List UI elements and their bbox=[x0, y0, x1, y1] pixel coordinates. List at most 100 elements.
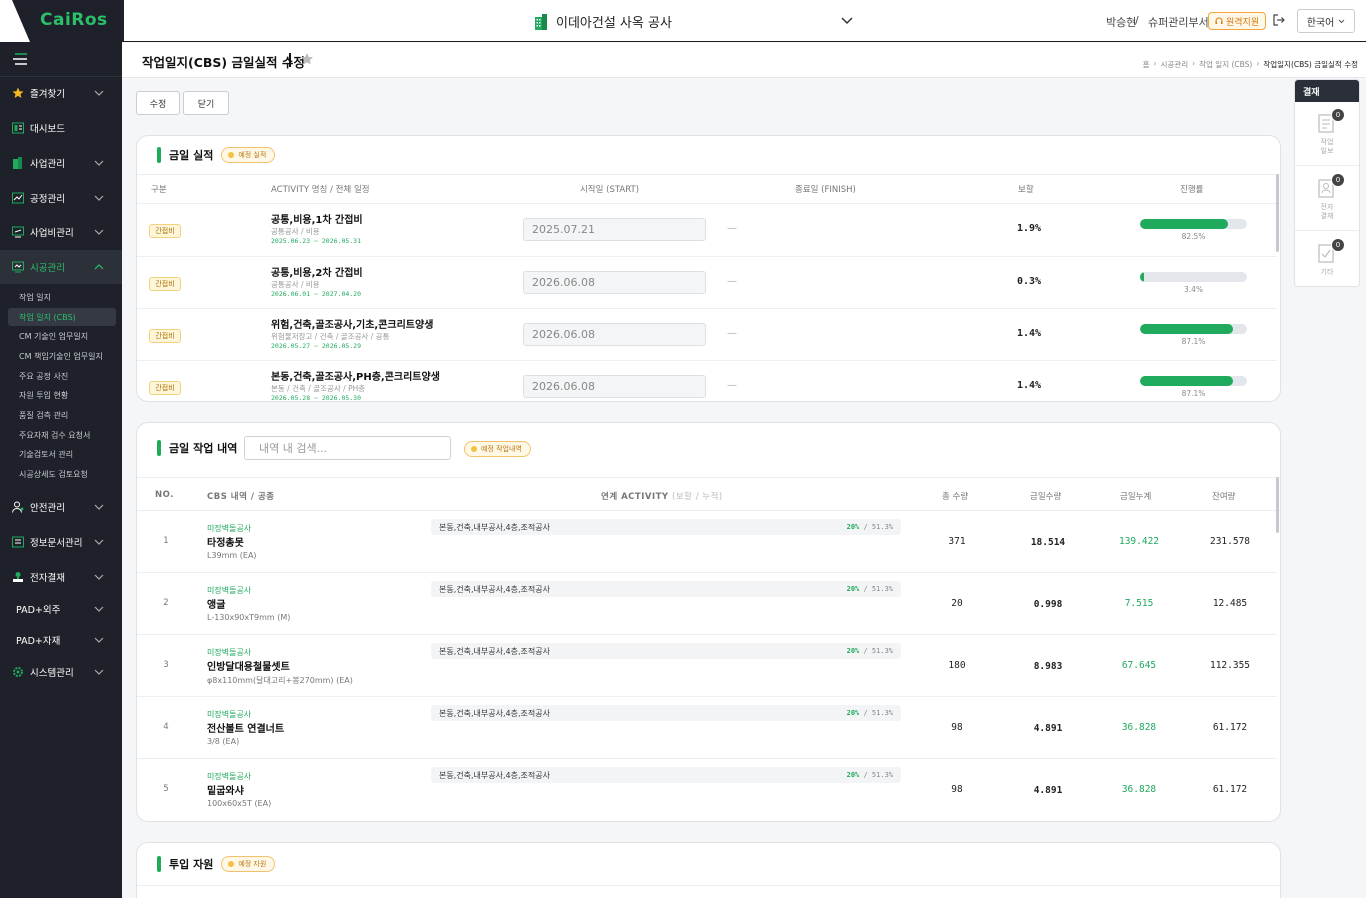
work-category: 미장벽돌공사 bbox=[207, 524, 252, 533]
total-qty: 20 bbox=[951, 598, 963, 609]
menu-toggle-icon[interactable] bbox=[12, 52, 28, 66]
sidebar-item-label: 시스템관리 bbox=[30, 668, 74, 679]
today-qty: 8.983 bbox=[1033, 661, 1063, 672]
search-input[interactable]: 내역 내 검색... bbox=[244, 436, 451, 460]
breadcrumb-construction[interactable]: 시공관리 bbox=[1161, 59, 1189, 70]
approval-label: 전자 결재 bbox=[1320, 203, 1334, 220]
breadcrumb-current: 작업일지(CBS) 금일실적 수정 bbox=[1263, 60, 1358, 69]
item-spec: L39mm (EA) bbox=[207, 551, 257, 560]
linked-activity: 본동,건축,내부공사,4층,조적공사 20% / 51.3% bbox=[431, 767, 901, 783]
chevron-down-icon bbox=[94, 574, 104, 580]
close-button[interactable]: 닫기 bbox=[183, 91, 229, 115]
table-row[interactable]: 5 미장벽돌공사 밑굽와샤 100x60x5T (EA) 본동,건축,내부공사,… bbox=[137, 759, 1277, 821]
sub-item-work-log-cbs[interactable]: 작업 일지 (CBS) bbox=[8, 308, 116, 326]
sub-item-quality[interactable]: 품질 검측 관리 bbox=[8, 406, 116, 424]
sub-item-shop-drawing[interactable]: 시공상세도 검토요청 bbox=[8, 465, 116, 483]
sidebar-item-dashboard[interactable]: 대시보드 bbox=[0, 111, 122, 145]
linked-activity: 본동,건축,내부공사,4층,조적공사 20% / 51.3% bbox=[431, 581, 901, 597]
sub-item-work-log[interactable]: 작업 일지 bbox=[8, 288, 116, 306]
project-selector[interactable]: 이데아건설 사옥 공사 bbox=[534, 12, 672, 31]
page-header: 작업일지(CBS) 금일실적 수정 홈 › 시공관리 › 작업 일지 (CBS)… bbox=[122, 43, 1366, 78]
sidebar-item-documents[interactable]: 정보문서관리 bbox=[0, 525, 122, 559]
approval-electronic[interactable]: 0 전자 결재 bbox=[1295, 167, 1359, 231]
sub-item-cm-log[interactable]: CM 기술인 업무일지 bbox=[8, 327, 116, 345]
logo[interactable]: CaiRos bbox=[40, 10, 108, 30]
section-title: 금일 실적 예정 실적 bbox=[157, 147, 276, 163]
activity-path: 공통공사 / 비용 bbox=[271, 227, 320, 236]
remote-support-button[interactable]: 원격지원 bbox=[1208, 12, 1267, 30]
sidebar-item-label: 안전관리 bbox=[30, 503, 65, 514]
start-date-input[interactable]: 2026.06.08 bbox=[523, 271, 706, 294]
sidebar-item-favorites[interactable]: 즐겨찾기 bbox=[0, 76, 122, 110]
sub-item-resources[interactable]: 자원 투입 현황 bbox=[8, 386, 116, 404]
today-qty: 4.891 bbox=[1033, 785, 1063, 796]
star-icon bbox=[12, 87, 24, 98]
cumulative-qty: 139.422 bbox=[1118, 536, 1160, 547]
start-date-input[interactable]: 2026.06.08 bbox=[523, 323, 706, 346]
breadcrumb-home[interactable]: 홈 bbox=[1143, 59, 1150, 70]
sidebar-item-safety[interactable]: 안전관리 bbox=[0, 490, 122, 524]
sub-item-photos[interactable]: 주요 공정 사진 bbox=[8, 367, 116, 385]
remaining-qty: 61.172 bbox=[1212, 784, 1248, 795]
table-row[interactable]: 간접비 공통,비용,2차 간접비 공통공사 / 비용 2026.06.01 ~ … bbox=[137, 257, 1277, 309]
document-icon bbox=[12, 536, 24, 548]
breadcrumb-separator: › bbox=[1256, 59, 1260, 68]
finish-date: — bbox=[727, 276, 737, 287]
start-date-input[interactable]: 2026.06.08 bbox=[523, 375, 706, 398]
table-row[interactable]: 간접비 위험,건축,골조공사,기초,콘크리트양생 위험물저장고 / 건축 / 골… bbox=[137, 309, 1277, 361]
table-row[interactable]: 간접비 공통,비용,1차 간접비 공통공사 / 비용 2025.06.23 ~ … bbox=[137, 204, 1277, 257]
headset-icon bbox=[1215, 17, 1223, 24]
edit-button[interactable]: 수정 bbox=[136, 91, 180, 115]
sidebar-item-construction[interactable]: 시공관리 bbox=[0, 250, 122, 284]
chevron-down-icon[interactable] bbox=[840, 14, 854, 28]
sidebar-item-cost[interactable]: 사업비관리 bbox=[0, 215, 122, 249]
activity-name: 공통,비용,2차 간접비 bbox=[271, 268, 363, 279]
planned-resources-tag: 예정 자원 bbox=[221, 856, 276, 872]
sidebar-item-pad-outsourcing[interactable]: PAD+외주 bbox=[0, 592, 122, 626]
logout-icon[interactable] bbox=[1272, 13, 1286, 27]
scrollbar[interactable] bbox=[1276, 477, 1279, 533]
logo-area[interactable]: CaiRos bbox=[0, 0, 124, 42]
department-name: 슈퍼관리부서 bbox=[1148, 16, 1209, 29]
sidebar-item-approval[interactable]: 전자결재 bbox=[0, 560, 122, 594]
table-row[interactable]: 1 미장벽돌공사 타정총못 L39mm (EA) 본동,건축,내부공사,4층,조… bbox=[137, 511, 1277, 573]
sidebar: 즐겨찾기 대시보드 사업관리 공정관리 사업비관리 시공관리 작업 일지 작업 … bbox=[0, 42, 122, 898]
favorite-star-icon[interactable] bbox=[300, 52, 314, 66]
remaining-qty: 231.578 bbox=[1209, 536, 1251, 547]
start-date-input[interactable]: 2025.07.21 bbox=[523, 218, 706, 241]
language-select[interactable]: 한국어 bbox=[1297, 9, 1355, 33]
section-title-text: 금일 실적 bbox=[169, 149, 214, 162]
breadcrumb-separator: › bbox=[1192, 59, 1196, 68]
user-name[interactable]: 박승현 bbox=[1106, 14, 1136, 30]
sidebar-item-system[interactable]: 시스템관리 bbox=[0, 655, 122, 689]
sub-item-material[interactable]: 주요자재 검수 요청서 bbox=[8, 426, 116, 444]
language-label: 한국어 bbox=[1306, 17, 1335, 29]
scrollbar[interactable] bbox=[1276, 174, 1279, 252]
table-row[interactable]: 4 미장벽돌공사 전산볼트 연결너트 3/8 (EA) 본동,건축,내부공사,4… bbox=[137, 697, 1277, 759]
column-header: CBS 내역 / 공종 bbox=[207, 492, 275, 502]
finish-date: — bbox=[727, 223, 737, 234]
progress-label: 82.5% bbox=[1181, 232, 1206, 241]
table-row[interactable]: 2 미장벽돌공사 앵글 L-130x90xT9mm (M) 본동,건축,내부공사… bbox=[137, 573, 1277, 635]
sidebar-item-pad-material[interactable]: PAD+자재 bbox=[0, 623, 122, 657]
remaining-qty: 61.172 bbox=[1212, 722, 1248, 733]
activity-schedule: 2026.05.28 ~ 2026.05.30 bbox=[271, 394, 362, 402]
table-row[interactable]: 3 미장벽돌공사 인방달대용철물셋트 φ8x110mm(달대고리+봉270mm)… bbox=[137, 635, 1277, 697]
breadcrumb-work-log-cbs[interactable]: 작업 일지 (CBS) bbox=[1199, 59, 1252, 70]
table-row[interactable]: 간접비 본동,건축,골조공사,PH층,콘크리트양생 본동 / 건축 / 골조공사… bbox=[137, 361, 1277, 402]
gear-icon bbox=[13, 667, 23, 677]
chevron-down-icon bbox=[94, 669, 104, 675]
section-title-text: 투입 자원 bbox=[169, 858, 214, 871]
row-number: 4 bbox=[163, 722, 169, 732]
sub-item-cm-chief-log[interactable]: CM 책임기술인 업무일지 bbox=[8, 347, 116, 365]
approval-work-report[interactable]: 0 작업 일보 bbox=[1295, 102, 1359, 166]
page-title: 작업일지(CBS) 금일실적 수정 bbox=[142, 55, 305, 70]
chevron-down-icon bbox=[94, 229, 104, 235]
cumulative-qty: 7.515 bbox=[1124, 598, 1154, 609]
approval-other[interactable]: 0 기타 bbox=[1295, 232, 1359, 286]
sub-item-tech-review[interactable]: 기술검토서 관리 bbox=[8, 445, 116, 463]
sidebar-item-business[interactable]: 사업관리 bbox=[0, 146, 122, 180]
building-icon bbox=[13, 157, 22, 169]
title-divider bbox=[289, 53, 291, 67]
sidebar-item-schedule[interactable]: 공정관리 bbox=[0, 181, 122, 215]
